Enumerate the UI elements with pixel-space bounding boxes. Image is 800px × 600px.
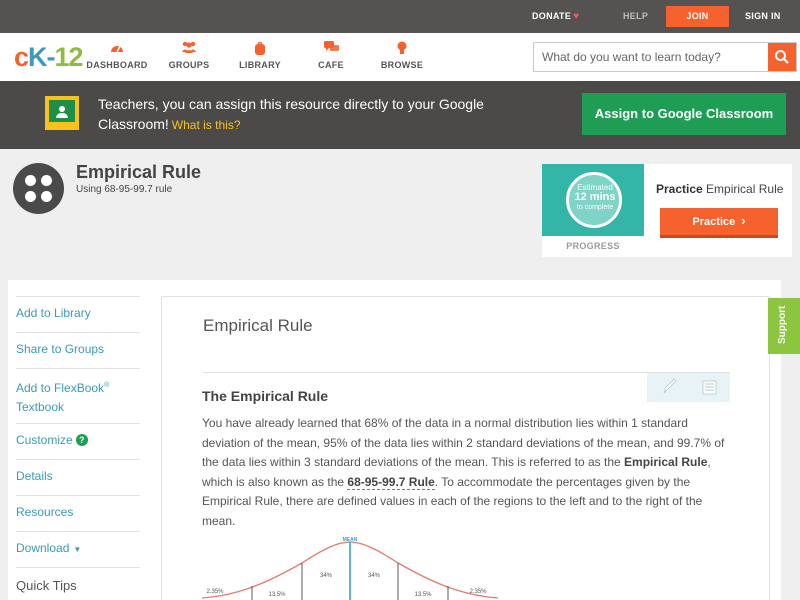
label-13-5-right: 13.5% bbox=[414, 592, 432, 598]
google-classroom-icon bbox=[45, 96, 79, 130]
search-input[interactable] bbox=[534, 43, 768, 71]
top-bar: DONATE ♥ HELP JOIN SIGN IN bbox=[0, 0, 800, 33]
quick-tips-heading[interactable]: Quick Tips bbox=[16, 576, 140, 595]
nav-library-label: LIBRARY bbox=[239, 60, 281, 70]
estimated-minutes: 12 mins bbox=[574, 191, 616, 203]
add-to-flexbook-link[interactable]: Add to FlexBook® Textbook bbox=[16, 376, 140, 417]
nav-browse[interactable]: BROWSE bbox=[367, 41, 437, 70]
backpack-icon bbox=[225, 41, 295, 57]
chevron-right-icon: › bbox=[741, 213, 746, 228]
practice-button[interactable]: Practice › bbox=[660, 208, 778, 238]
flexbook-label: Add to FlexBook bbox=[16, 381, 105, 395]
label-2-35-left: 2.35% bbox=[206, 589, 224, 595]
section-title: The Empirical Rule bbox=[202, 388, 328, 404]
support-label: Support bbox=[777, 305, 788, 344]
ck12-logo[interactable]: cK-12 bbox=[14, 42, 84, 72]
assign-google-classroom-button[interactable]: Assign to Google Classroom bbox=[582, 93, 786, 135]
help-link[interactable]: HELP bbox=[623, 0, 648, 33]
main-nav: cK-12 DASHBOARD GROUPS LIBRARY CAFE BROW… bbox=[0, 33, 800, 81]
share-to-groups-link[interactable]: Share to Groups bbox=[16, 340, 140, 359]
search-button[interactable] bbox=[768, 43, 796, 71]
empirical-rule-keyword: Empirical Rule bbox=[624, 455, 708, 469]
donate-label: DONATE bbox=[532, 11, 572, 21]
banner-text: Teachers, you can assign this resource d… bbox=[98, 96, 484, 132]
nav-browse-label: BROWSE bbox=[380, 60, 424, 70]
mean-label: MEAN bbox=[343, 537, 358, 543]
details-link[interactable]: Details bbox=[16, 467, 140, 486]
label-2-35-right: 2.35% bbox=[469, 589, 487, 595]
article-paragraph: You have already learned that 68% of the… bbox=[202, 414, 730, 531]
section-tools bbox=[647, 373, 730, 402]
help-icon[interactable]: ? bbox=[75, 434, 88, 446]
logo-c: c bbox=[14, 42, 29, 72]
concept-subtitle: Using 68-95-99.7 rule bbox=[76, 184, 173, 195]
customize-label: Customize bbox=[16, 433, 73, 447]
normal-distribution-diagram: MEAN 34% 34% 13.5% 13.5% 2.35% 2.35% bbox=[202, 537, 499, 600]
practice-heading: Practice Empirical Rule bbox=[656, 182, 783, 196]
flexbook-textbook-label: Textbook bbox=[16, 400, 65, 414]
notes-icon[interactable] bbox=[695, 375, 723, 400]
progress-label: PROGRESS bbox=[566, 241, 620, 251]
practice-button-label: Practice bbox=[692, 216, 736, 228]
gauge-icon bbox=[82, 41, 152, 57]
pencil-icon[interactable] bbox=[655, 375, 683, 400]
caret-down-icon: ▼ bbox=[73, 545, 82, 554]
signin-link[interactable]: SIGN IN bbox=[745, 0, 781, 33]
download-dropdown[interactable]: Download ▼ bbox=[16, 539, 140, 559]
logo-k: K- bbox=[28, 42, 55, 72]
label-34-left: 34% bbox=[320, 573, 333, 579]
donate-link[interactable]: DONATE ♥ bbox=[532, 0, 579, 33]
practice-thumbnail[interactable]: Estimated 12 mins to complete bbox=[542, 164, 644, 236]
practice-heading-topic: Empirical Rule bbox=[706, 182, 784, 196]
nav-cafe-label: CAFE bbox=[318, 60, 344, 70]
what-is-this-link[interactable]: What is this? bbox=[172, 118, 241, 132]
68-95-99-rule-term[interactable]: 68-95-99.7 Rule bbox=[347, 474, 435, 490]
concept-title: Empirical Rule bbox=[76, 162, 202, 182]
search-icon bbox=[775, 50, 789, 64]
download-label: Download bbox=[16, 541, 70, 555]
lightbulb-icon bbox=[367, 41, 437, 57]
to-complete-label: to complete bbox=[576, 204, 614, 211]
people-icon bbox=[154, 41, 224, 57]
label-13-5-left: 13.5% bbox=[268, 592, 286, 598]
concept-icon bbox=[13, 163, 64, 214]
logo-12: 12 bbox=[54, 42, 84, 72]
customize-link[interactable]: Customize? bbox=[16, 431, 140, 450]
section-title-text: The Empirical Rule bbox=[202, 388, 329, 404]
registered-mark: ® bbox=[104, 382, 110, 389]
practice-card: Estimated 12 mins to complete PROGRESS P… bbox=[542, 164, 792, 257]
join-button[interactable]: JOIN bbox=[666, 6, 729, 27]
nav-dashboard[interactable]: DASHBOARD bbox=[82, 41, 152, 70]
heart-icon: ♥ bbox=[573, 11, 580, 22]
chat-icon bbox=[296, 41, 366, 57]
banner-message: Teachers, you can assign this resource d… bbox=[98, 94, 558, 135]
add-to-library-link[interactable]: Add to Library bbox=[16, 304, 140, 323]
left-sidebar: Add to Library Share to Groups Add to Fl… bbox=[8, 280, 151, 600]
article-title: Empirical Rule bbox=[203, 316, 313, 335]
resources-link[interactable]: Resources bbox=[16, 503, 140, 522]
label-34-right: 34% bbox=[368, 573, 381, 579]
nav-library[interactable]: LIBRARY bbox=[225, 41, 295, 70]
nav-dashboard-label: DASHBOARD bbox=[86, 60, 148, 70]
nav-groups[interactable]: GROUPS bbox=[154, 41, 224, 70]
support-tab[interactable]: Support bbox=[768, 298, 800, 354]
search-box bbox=[533, 42, 797, 72]
google-classroom-banner: Teachers, you can assign this resource d… bbox=[0, 81, 800, 149]
nav-cafe[interactable]: CAFE bbox=[296, 41, 366, 70]
nav-groups-label: GROUPS bbox=[168, 60, 210, 70]
practice-heading-bold: Practice bbox=[656, 182, 703, 196]
